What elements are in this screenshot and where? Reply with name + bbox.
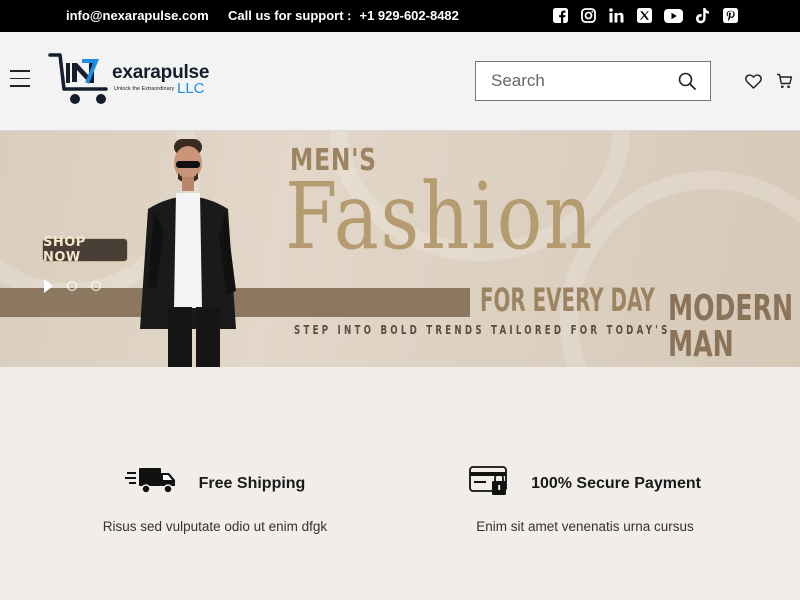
logo-tagline: Unlock the Extraordinary: [114, 86, 175, 92]
slide-dot-2[interactable]: [91, 281, 101, 291]
hero-banner[interactable]: SHOP NOW MEN'S Fashion FOR EVERY DAY STE…: [0, 131, 800, 367]
secure-card-icon: [469, 466, 509, 501]
cart-icon[interactable]: [776, 73, 793, 94]
support-phone-link[interactable]: +1 929-602-8482: [360, 8, 459, 23]
pinterest-icon[interactable]: [722, 7, 739, 24]
search-icon[interactable]: [678, 72, 696, 95]
play-icon[interactable]: [44, 279, 53, 293]
search-input[interactable]: [491, 62, 671, 100]
tiktok-icon[interactable]: [694, 7, 711, 24]
feature-free-shipping: Free Shipping Risus sed vulputate odio u…: [45, 466, 385, 534]
feature-description: Enim sit amet venenatis urna cursus: [476, 519, 694, 534]
email-link[interactable]: info@nexarapulse.com: [66, 8, 209, 23]
menu-icon[interactable]: [10, 70, 30, 88]
youtube-icon[interactable]: [664, 7, 683, 24]
x-icon[interactable]: [636, 7, 653, 24]
feature-secure-payment: 100% Secure Payment Enim sit amet venena…: [415, 466, 755, 534]
support-info: Call us for support : +1 929-602-8482: [228, 8, 459, 23]
hero-side-text-2: MAN: [668, 324, 734, 365]
logo-suffix: LLC: [177, 80, 205, 97]
hero-heading-sub: FOR EVERY DAY: [480, 281, 655, 319]
feature-title: 100% Secure Payment: [531, 474, 701, 492]
hero-heading-main: Fashion: [285, 163, 595, 270]
delivery-truck-icon: [124, 466, 177, 501]
hero-side-text: MODERN MAN: [668, 291, 793, 363]
announcement-bar: info@nexarapulse.com Call us for support…: [0, 0, 800, 32]
linkedin-icon[interactable]: [608, 7, 625, 24]
slide-dot-1[interactable]: [67, 281, 77, 291]
social-links: [552, 7, 739, 25]
facebook-icon[interactable]: [552, 7, 569, 24]
feature-title: Free Shipping: [198, 474, 306, 492]
heart-icon[interactable]: [745, 74, 762, 94]
feature-description: Risus sed vulputate odio ut enim dfgk: [102, 519, 328, 534]
search-box: [475, 61, 711, 101]
site-logo[interactable]: exarapulse Unlock the Extraordinary LLC: [48, 52, 209, 110]
site-header: exarapulse Unlock the Extraordinary LLC: [0, 32, 800, 131]
logo-cart-icon: [48, 53, 108, 104]
shop-now-button[interactable]: SHOP NOW: [42, 235, 128, 265]
hero-tagline: STEP INTO BOLD TRENDS TAILORED FOR TODAY…: [294, 323, 671, 337]
slider-controls: [44, 279, 101, 293]
support-label: Call us for support :: [228, 8, 352, 23]
hero-model-image: [140, 139, 236, 367]
instagram-icon[interactable]: [580, 7, 597, 24]
hero-side-text-1: MODERN: [668, 288, 794, 329]
